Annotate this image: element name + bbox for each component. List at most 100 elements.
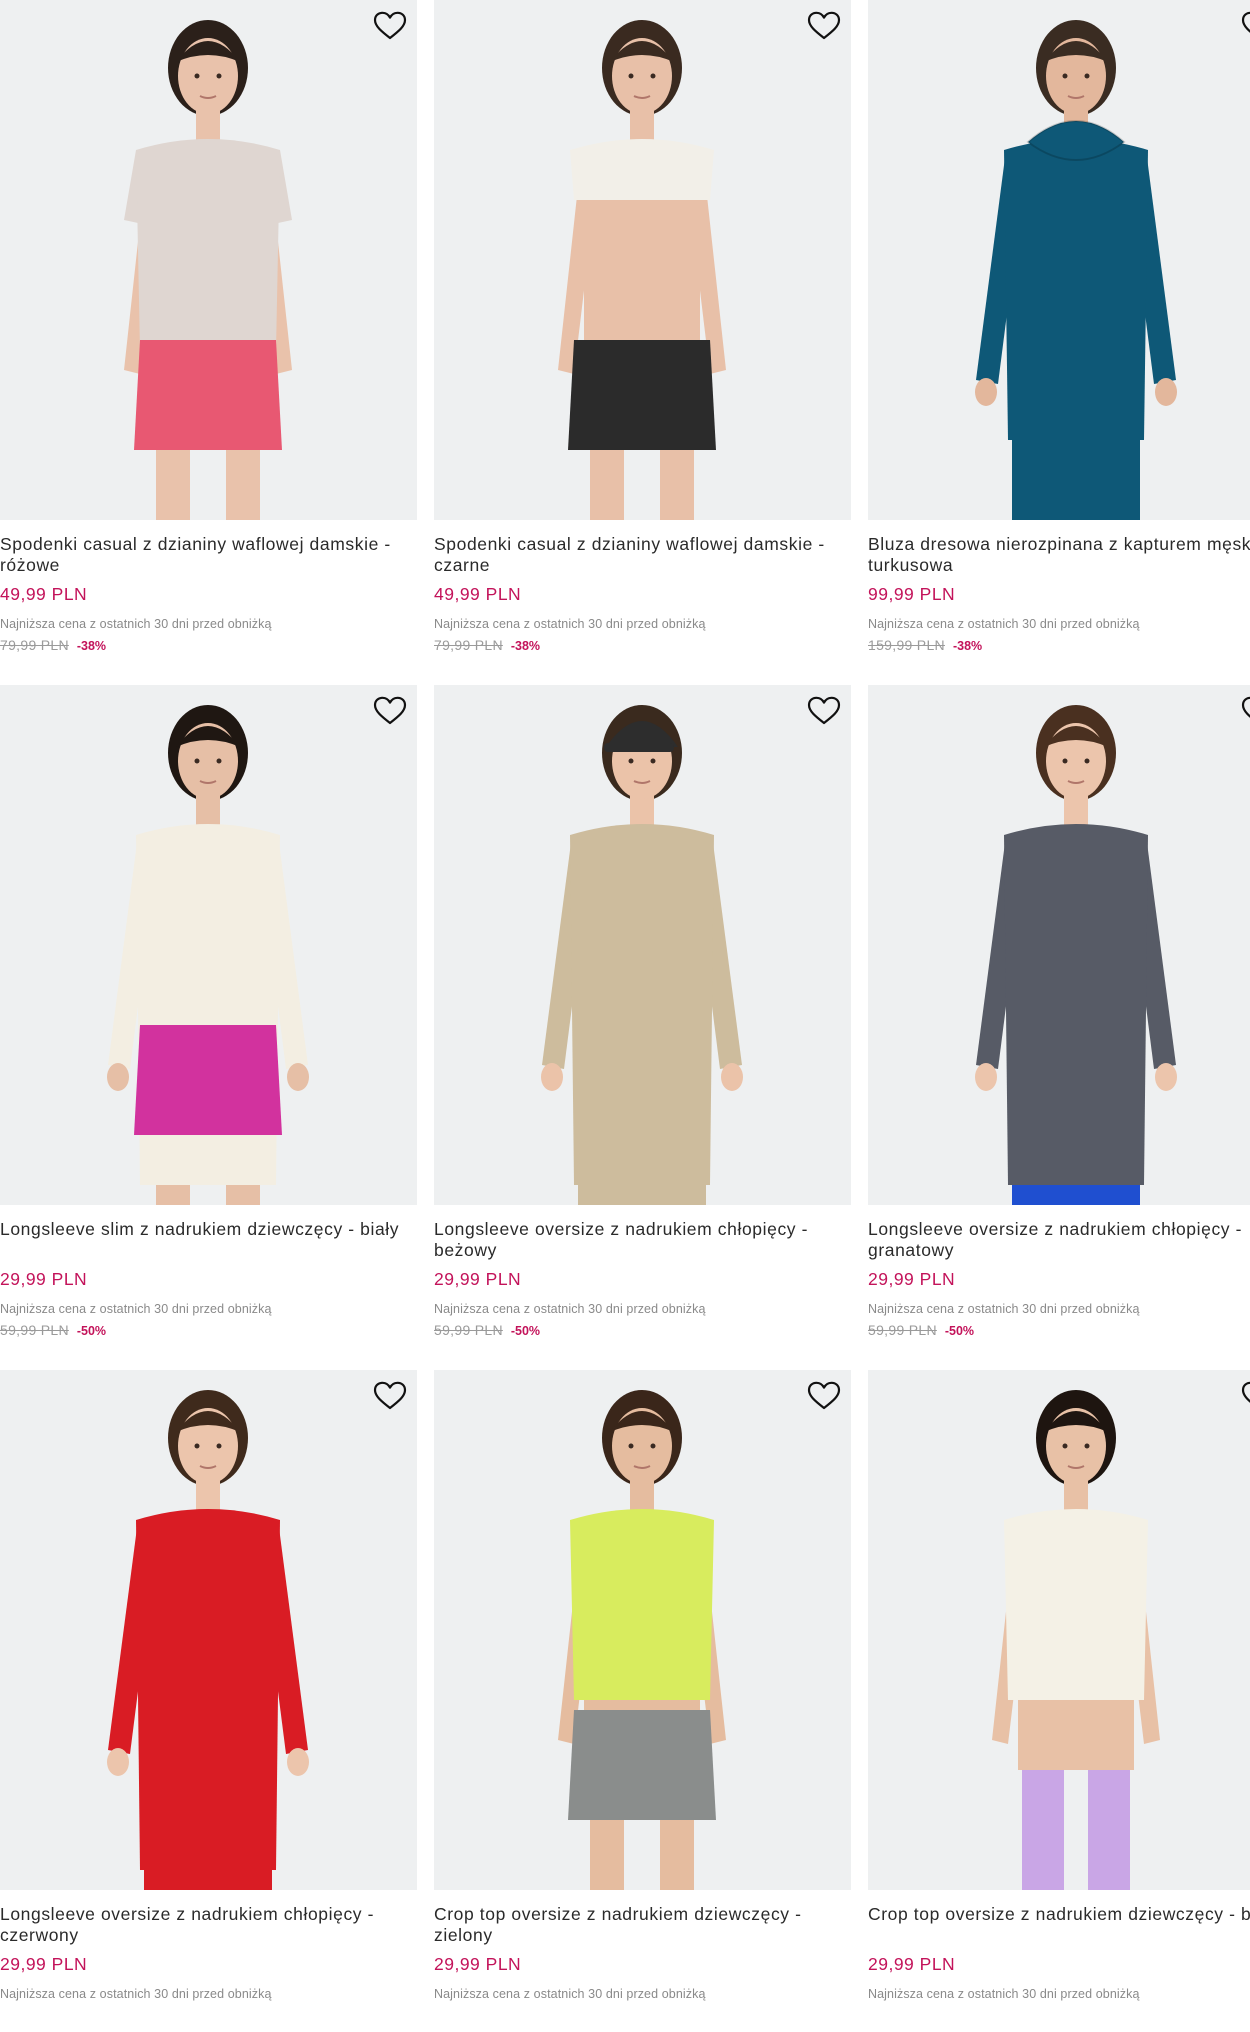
model-eye [1084, 1443, 1090, 1449]
discount-badge: -50% [76, 1324, 107, 1338]
product-price: 29,99 PLN [868, 1269, 956, 1289]
model-hand [541, 1063, 563, 1091]
product-photo-figure [107, 705, 309, 1205]
old-price: 79,99 PLN [434, 637, 503, 653]
model-hand [107, 1063, 129, 1091]
model-top [136, 139, 280, 350]
heart-icon[interactable] [373, 1381, 407, 1411]
old-price-row: 59,99 PLN -50% [434, 1322, 851, 1338]
model-leg [1022, 1770, 1064, 1890]
discount-badge: -38% [952, 639, 983, 653]
lowest-price-label: Najniższa cena z ostatnich 30 dni przed … [868, 617, 1140, 631]
model-eye [1062, 758, 1068, 764]
lowest-price-label: Najniższa cena z ostatnich 30 dni przed … [434, 617, 706, 631]
product-photo-figure [107, 1390, 309, 1890]
product-image[interactable] [868, 1370, 1250, 1890]
product-image[interactable] [434, 685, 851, 1205]
product-card[interactable]: Crop top oversize z nadrukiem dziewczęcy… [868, 1370, 1250, 2032]
product-card[interactable]: Longsleeve oversize z nadrukiem chłopięc… [434, 685, 851, 1347]
old-price-row: 59,99 PLN -50% [0, 1322, 417, 1338]
old-price-row: 59,99 PLN -50% [868, 1322, 1250, 1338]
product-card[interactable]: Spodenki casual z dzianiny waflowej dams… [0, 0, 417, 662]
lowest-price-label: Najniższa cena z ostatnich 30 dni przed … [0, 1987, 272, 2001]
product-name[interactable]: Spodenki casual z dzianiny waflowej dams… [0, 534, 417, 576]
product-image[interactable] [0, 1370, 417, 1890]
old-price-row: 79,99 PLN -38% [0, 637, 417, 653]
model-top [570, 139, 714, 200]
product-card[interactable]: Spodenki casual z dzianiny waflowej dams… [434, 0, 851, 662]
product-photo-figure [558, 20, 726, 520]
heart-icon[interactable] [373, 11, 407, 41]
model-eye [628, 73, 634, 79]
product-card[interactable]: Bluza dresowa nierozpinana z kapturem mę… [868, 0, 1250, 662]
product-name[interactable]: Bluza dresowa nierozpinana z kapturem mę… [868, 534, 1250, 576]
model-cap-brim [604, 743, 674, 752]
model-eye [1084, 73, 1090, 79]
old-price-row [434, 2007, 851, 2023]
heart-icon[interactable] [1241, 11, 1250, 41]
model-hand [107, 1748, 129, 1776]
product-photo-figure [975, 705, 1177, 1205]
model-leg [1088, 1770, 1130, 1890]
model-eye [650, 758, 656, 764]
product-name[interactable]: Longsleeve oversize z nadrukiem chłopięc… [868, 1219, 1250, 1261]
model-eye [216, 1443, 222, 1449]
model-hand [1155, 1063, 1177, 1091]
product-name[interactable]: Spodenki casual z dzianiny waflowej dams… [434, 534, 851, 576]
lowest-price-label: Najniższa cena z ostatnich 30 dni przed … [434, 1302, 706, 1316]
model-eye [650, 1443, 656, 1449]
product-name[interactable]: Longsleeve oversize z nadrukiem chłopięc… [0, 1904, 417, 1946]
model-eye [1062, 1443, 1068, 1449]
product-image[interactable] [434, 1370, 851, 1890]
lowest-price-label: Najniższa cena z ostatnich 30 dni przed … [434, 1987, 706, 2001]
model-top [136, 1509, 280, 1870]
heart-icon[interactable] [373, 696, 407, 726]
product-price: 29,99 PLN [0, 1954, 88, 1974]
product-price: 49,99 PLN [0, 584, 88, 604]
old-price: 59,99 PLN [868, 1322, 937, 1338]
product-name[interactable]: Longsleeve oversize z nadrukiem chłopięc… [434, 1219, 851, 1261]
product-name[interactable]: Crop top oversize z nadrukiem dziewczęcy… [434, 1904, 851, 1946]
model-top [1004, 1509, 1148, 1700]
heart-icon[interactable] [1241, 1381, 1250, 1411]
product-image[interactable] [434, 0, 851, 520]
model-hand [721, 1063, 743, 1091]
old-price-row [868, 2007, 1250, 2023]
product-photo-figure [992, 1390, 1160, 1890]
discount-badge: -38% [510, 639, 541, 653]
product-card[interactable]: Crop top oversize z nadrukiem dziewczęcy… [434, 1370, 851, 2032]
model-top [570, 1509, 714, 1700]
model-hand [287, 1748, 309, 1776]
product-price: 29,99 PLN [434, 1954, 522, 1974]
heart-icon[interactable] [807, 11, 841, 41]
model-top [1004, 139, 1148, 440]
old-price: 59,99 PLN [0, 1322, 69, 1338]
discount-badge: -50% [510, 1324, 541, 1338]
product-card[interactable]: Longsleeve oversize z nadrukiem chłopięc… [0, 1370, 417, 2032]
lowest-price-label: Najniższa cena z ostatnich 30 dni przed … [868, 1302, 1140, 1316]
discount-badge: -50% [944, 1324, 975, 1338]
product-card[interactable]: Longsleeve oversize z nadrukiem chłopięc… [868, 685, 1250, 1347]
product-image[interactable] [0, 0, 417, 520]
heart-icon[interactable] [807, 696, 841, 726]
discount-badge: -38% [76, 639, 107, 653]
model-shorts [568, 340, 716, 450]
model-eye [1084, 758, 1090, 764]
model-eye [628, 1443, 634, 1449]
product-name[interactable]: Longsleeve slim z nadrukiem dziewczęcy -… [0, 1219, 417, 1261]
model-eye [1062, 73, 1068, 79]
product-name[interactable]: Crop top oversize z nadrukiem dziewczęcy… [868, 1904, 1250, 1946]
lowest-price-label: Najniższa cena z ostatnich 30 dni przed … [0, 617, 272, 631]
product-image[interactable] [868, 0, 1250, 520]
heart-icon[interactable] [807, 1381, 841, 1411]
product-grid: Spodenki casual z dzianiny waflowej dams… [0, 0, 1250, 2032]
old-price: 159,99 PLN [868, 637, 945, 653]
product-image[interactable] [868, 685, 1250, 1205]
lowest-price-label: Najniższa cena z ostatnich 30 dni przed … [0, 1302, 272, 1316]
model-eye [194, 73, 200, 79]
product-image[interactable] [0, 685, 417, 1205]
model-shorts [568, 1710, 716, 1820]
product-card[interactable]: Longsleeve slim z nadrukiem dziewczęcy -… [0, 685, 417, 1347]
heart-icon[interactable] [1241, 696, 1250, 726]
old-price-row [0, 2007, 417, 2023]
